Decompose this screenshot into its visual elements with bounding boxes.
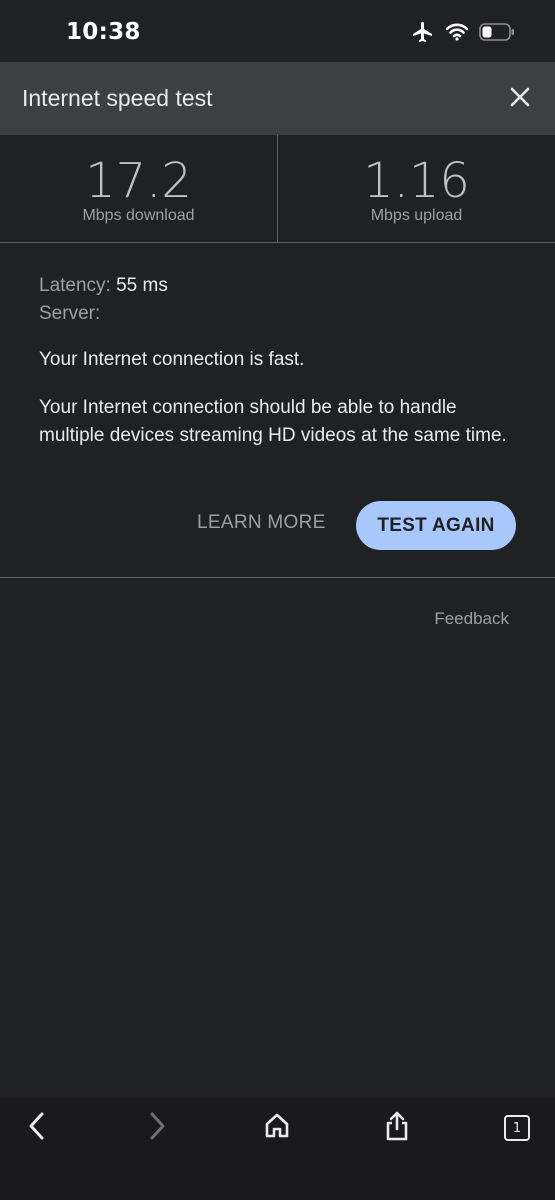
- forward-icon: [146, 1111, 168, 1146]
- download-unit: Mbps download: [82, 207, 195, 224]
- home-button[interactable]: [257, 1111, 297, 1145]
- learn-more-button[interactable]: LEARN MORE: [197, 512, 326, 534]
- close-button[interactable]: [507, 84, 533, 110]
- latency-row: Latency: 55 ms: [39, 272, 519, 300]
- back-icon: [26, 1111, 48, 1146]
- speed-summary: Your Internet connection is fast.: [39, 349, 305, 370]
- feedback-link[interactable]: Feedback: [434, 609, 509, 629]
- test-again-button[interactable]: TEST AGAIN: [356, 501, 516, 550]
- results-panel: 17.2 Mbps download 1.16 Mbps upload: [0, 135, 555, 243]
- upload-unit: Mbps upload: [370, 207, 463, 224]
- wifi-icon: [445, 22, 469, 47]
- upload-value: 1.16: [363, 153, 470, 209]
- details-section: Latency: 55 ms Server: Your Internet con…: [39, 272, 519, 450]
- upload-metric: 1.16 Mbps upload: [278, 135, 555, 242]
- status-time: 10:38: [66, 19, 141, 45]
- server-row: Server:: [39, 300, 519, 328]
- latency-label: Latency:: [39, 275, 111, 296]
- close-icon: [507, 87, 533, 114]
- battery-icon: [479, 23, 515, 46]
- latency-value: 55 ms: [116, 275, 168, 296]
- share-icon: [383, 1110, 411, 1147]
- page-title: Internet speed test: [22, 85, 213, 111]
- back-button[interactable]: [17, 1111, 57, 1145]
- home-icon: [263, 1112, 291, 1145]
- tabs-button[interactable]: 1: [497, 1111, 537, 1145]
- tabs-icon: 1: [504, 1115, 530, 1141]
- download-metric: 17.2 Mbps download: [0, 135, 278, 242]
- airplane-icon: [411, 20, 435, 49]
- forward-button[interactable]: [137, 1111, 177, 1145]
- status-bar: 10:38: [0, 0, 555, 62]
- share-button[interactable]: [377, 1111, 417, 1145]
- browser-toolbar: 1: [0, 1098, 555, 1200]
- speed-description: Your Internet connection should be able …: [39, 397, 507, 446]
- divider: [0, 577, 555, 578]
- server-label: Server:: [39, 303, 101, 324]
- header: Internet speed test: [0, 62, 555, 135]
- download-value: 17.2: [85, 153, 192, 209]
- status-icons: [411, 20, 515, 49]
